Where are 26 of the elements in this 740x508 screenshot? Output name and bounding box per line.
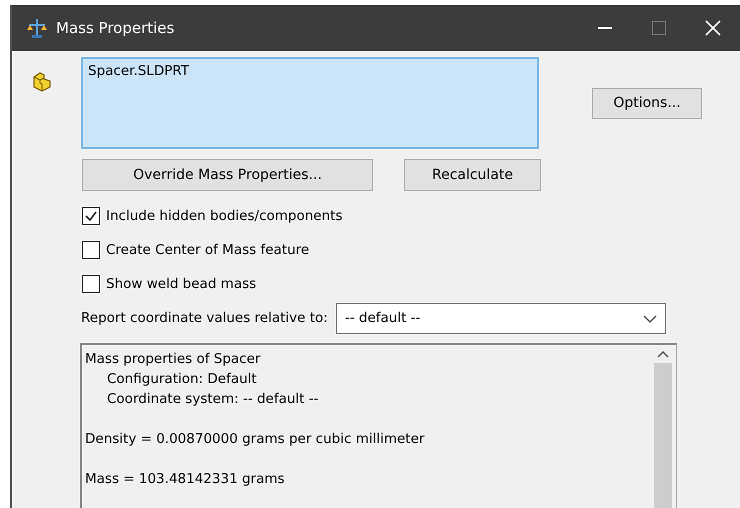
result-line: Coordinate system: -- default -- [107,390,319,409]
result-line: Configuration: Default [107,370,257,389]
options-button[interactable]: Options... [592,88,702,119]
minimize-icon [598,27,612,29]
checkbox-label: Show weld bead mass [106,274,256,294]
checkbox-label: Create Center of Mass feature [106,240,310,260]
checkbox[interactable] [82,275,100,293]
override-mass-properties-button[interactable]: Override Mass Properties... [82,159,373,191]
result-line: Mass properties of Spacer [85,350,260,369]
checkbox[interactable] [82,207,100,225]
coordinate-label: Report coordinate values relative to: [81,309,328,328]
selection-list[interactable]: Spacer.SLDPRT [81,57,539,149]
checkbox-label: Include hidden bodies/components [106,206,342,226]
scrollbar-thumb[interactable] [654,363,672,508]
coordinate-dropdown[interactable]: -- default -- [336,303,666,334]
list-item[interactable]: Spacer.SLDPRT [88,61,190,82]
scale-icon [26,17,48,39]
dropdown-value: -- default -- [344,309,420,328]
close-icon [705,20,721,36]
result-line: Density = 0.00870000 grams per cubic millimeter [85,430,424,449]
window-title: Mass Properties [56,18,174,39]
chevron-down-icon [642,314,657,324]
result-line: Mass = 103.48142331 grams [85,470,285,489]
maximize-icon [651,20,667,36]
recalculate-button[interactable]: Recalculate [404,159,541,191]
checkbox[interactable] [82,241,100,259]
